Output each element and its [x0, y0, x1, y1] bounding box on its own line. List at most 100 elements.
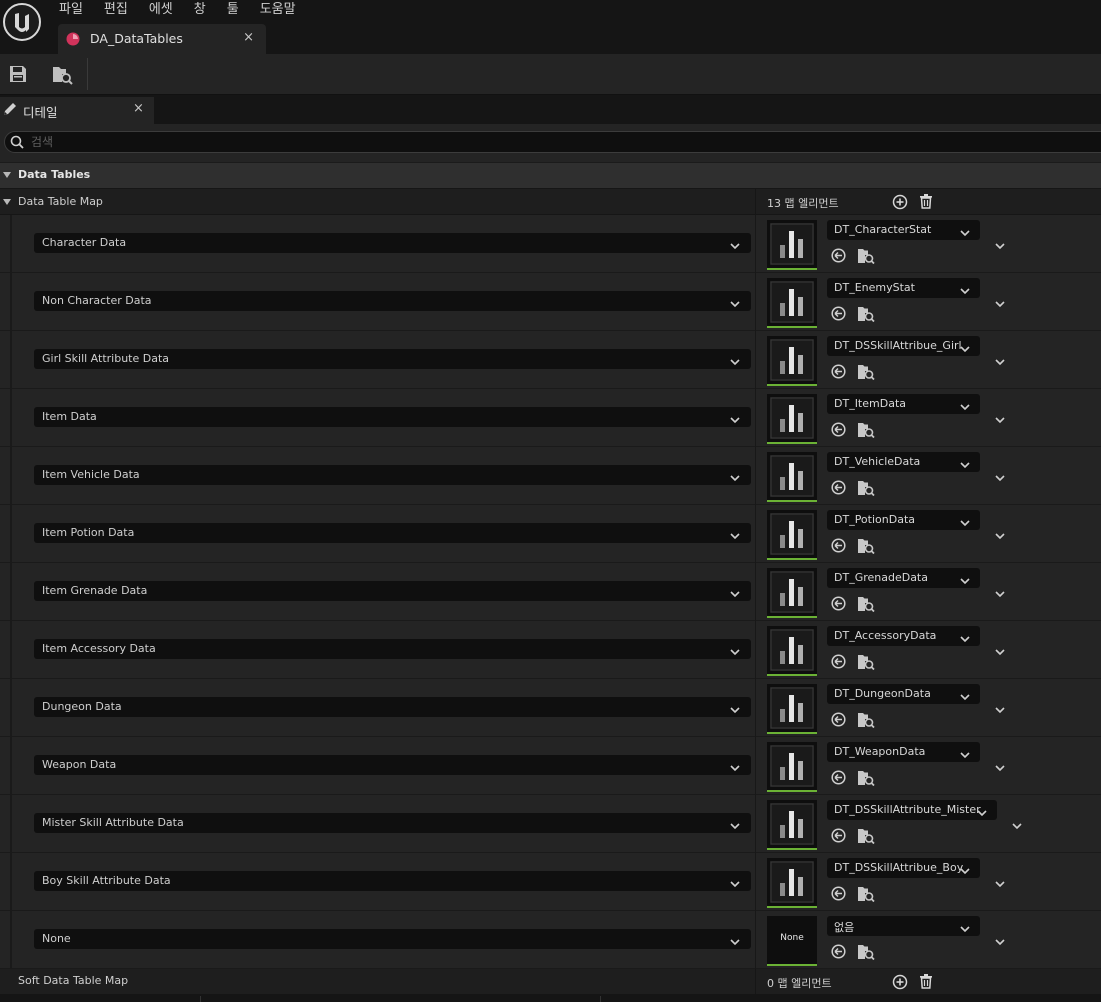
asset-picker-dropdown[interactable]: DT_ItemData — [827, 394, 980, 414]
key-dropdown[interactable]: Dungeon Data — [34, 697, 751, 717]
menu-help[interactable]: 도움말 — [260, 1, 296, 19]
use-selected-asset-icon[interactable] — [831, 364, 846, 379]
key-dropdown[interactable]: None — [34, 929, 751, 949]
close-tab-button[interactable]: × — [243, 30, 254, 45]
use-selected-asset-icon[interactable] — [831, 306, 846, 321]
asset-picker-dropdown[interactable]: DT_DungeonData — [827, 684, 980, 704]
key-dropdown[interactable]: Mister Skill Attribute Data — [34, 813, 751, 833]
close-details-button[interactable]: × — [133, 101, 144, 116]
menu-tools[interactable]: 툴 — [227, 1, 239, 19]
expand-row-chevron-icon[interactable] — [994, 237, 1006, 250]
browse-to-asset-icon[interactable] — [857, 421, 875, 439]
column-divider[interactable] — [755, 189, 756, 214]
browse-to-asset-icon[interactable] — [857, 305, 875, 323]
key-dropdown[interactable]: Girl Skill Attribute Data — [34, 349, 751, 369]
browse-to-asset-icon[interactable] — [857, 363, 875, 381]
asset-thumbnail[interactable]: None — [767, 916, 817, 966]
key-dropdown[interactable]: Item Data — [34, 407, 751, 427]
browse-to-asset-icon[interactable] — [857, 711, 875, 729]
key-dropdown[interactable]: Item Potion Data — [34, 523, 751, 543]
document-tab[interactable]: DA_DataTables × — [58, 24, 266, 54]
expand-row-chevron-icon[interactable] — [994, 585, 1006, 598]
asset-picker-dropdown[interactable]: DT_DSSkillAttribute_Mister — [827, 800, 997, 820]
menu-asset[interactable]: 에셋 — [149, 1, 173, 19]
asset-picker-dropdown[interactable]: DT_CharacterStat — [827, 220, 980, 240]
browse-asset-icon[interactable] — [51, 63, 73, 85]
category-data-tables[interactable]: Data Tables — [0, 162, 1101, 188]
key-dropdown[interactable]: Item Accessory Data — [34, 639, 751, 659]
column-divider[interactable] — [755, 969, 756, 994]
expand-arrow-icon[interactable] — [3, 172, 11, 178]
asset-picker-dropdown[interactable]: DT_EnemyStat — [827, 278, 980, 298]
browse-to-asset-icon[interactable] — [857, 769, 875, 787]
asset-thumbnail[interactable] — [767, 626, 817, 676]
add-element-icon[interactable] — [892, 974, 908, 990]
asset-picker-dropdown[interactable]: 없음 — [827, 916, 980, 936]
asset-thumbnail[interactable] — [767, 800, 817, 850]
menu-file[interactable]: 파일 — [59, 1, 83, 19]
save-icon[interactable] — [7, 63, 29, 85]
asset-picker-dropdown[interactable]: DT_VehicleData — [827, 452, 980, 472]
key-dropdown[interactable]: Non Character Data — [34, 291, 751, 311]
trash-icon[interactable] — [918, 193, 934, 209]
asset-thumbnail[interactable] — [767, 684, 817, 734]
expand-row-chevron-icon[interactable] — [994, 643, 1006, 656]
key-dropdown[interactable]: Weapon Data — [34, 755, 751, 775]
asset-picker-dropdown[interactable]: DT_GrenadeData — [827, 568, 980, 588]
key-dropdown[interactable]: Item Vehicle Data — [34, 465, 751, 485]
expand-row-chevron-icon[interactable] — [994, 759, 1006, 772]
asset-thumbnail[interactable] — [767, 452, 817, 502]
add-element-icon[interactable] — [892, 194, 908, 210]
asset-thumbnail[interactable] — [767, 568, 817, 618]
use-selected-asset-icon[interactable] — [831, 944, 846, 959]
use-selected-asset-icon[interactable] — [831, 654, 846, 669]
details-tab[interactable]: 디테일 × — [0, 97, 154, 124]
key-dropdown[interactable]: Character Data — [34, 233, 751, 253]
browse-to-asset-icon[interactable] — [857, 247, 875, 265]
menu-window[interactable]: 창 — [194, 1, 206, 19]
use-selected-asset-icon[interactable] — [831, 422, 846, 437]
use-selected-asset-icon[interactable] — [831, 828, 846, 843]
use-selected-asset-icon[interactable] — [831, 770, 846, 785]
key-dropdown[interactable]: Boy Skill Attribute Data — [34, 871, 751, 891]
expand-row-chevron-icon[interactable] — [994, 701, 1006, 714]
browse-to-asset-icon[interactable] — [857, 827, 875, 845]
browse-to-asset-icon[interactable] — [857, 479, 875, 497]
use-selected-asset-icon[interactable] — [831, 248, 846, 263]
browse-to-asset-icon[interactable] — [857, 537, 875, 555]
use-selected-asset-icon[interactable] — [831, 480, 846, 495]
expand-row-chevron-icon[interactable] — [994, 469, 1006, 482]
menu-edit[interactable]: 편집 — [104, 1, 128, 19]
asset-thumbnail[interactable] — [767, 510, 817, 560]
unreal-logo-icon[interactable] — [2, 2, 42, 42]
browse-to-asset-icon[interactable] — [857, 653, 875, 671]
use-selected-asset-icon[interactable] — [831, 886, 846, 901]
browse-to-asset-icon[interactable] — [857, 943, 875, 961]
browse-to-asset-icon[interactable] — [857, 885, 875, 903]
asset-picker-dropdown[interactable]: DT_AccessoryData — [827, 626, 980, 646]
expand-arrow-icon[interactable] — [3, 199, 11, 205]
search-input[interactable] — [31, 134, 331, 150]
asset-thumbnail[interactable] — [767, 220, 817, 270]
browse-to-asset-icon[interactable] — [857, 595, 875, 613]
asset-picker-dropdown[interactable]: DT_DSSkillAttribue_Girl — [827, 336, 980, 356]
expand-row-chevron-icon[interactable] — [994, 933, 1006, 946]
asset-thumbnail[interactable] — [767, 394, 817, 444]
expand-row-chevron-icon[interactable] — [994, 411, 1006, 424]
use-selected-asset-icon[interactable] — [831, 596, 846, 611]
expand-row-chevron-icon[interactable] — [994, 295, 1006, 308]
expand-row-chevron-icon[interactable] — [994, 353, 1006, 366]
asset-picker-dropdown[interactable]: DT_PotionData — [827, 510, 980, 530]
use-selected-asset-icon[interactable] — [831, 712, 846, 727]
asset-thumbnail[interactable] — [767, 742, 817, 792]
trash-icon[interactable] — [918, 973, 934, 989]
use-selected-asset-icon[interactable] — [831, 538, 846, 553]
expand-row-chevron-icon[interactable] — [994, 527, 1006, 540]
expand-row-chevron-icon[interactable] — [1011, 817, 1023, 830]
key-dropdown[interactable]: Item Grenade Data — [34, 581, 751, 601]
asset-thumbnail[interactable] — [767, 858, 817, 908]
asset-thumbnail[interactable] — [767, 278, 817, 328]
asset-picker-dropdown[interactable]: DT_DSSkillAttribue_Boy — [827, 858, 980, 878]
asset-thumbnail[interactable] — [767, 336, 817, 386]
asset-picker-dropdown[interactable]: DT_WeaponData — [827, 742, 980, 762]
